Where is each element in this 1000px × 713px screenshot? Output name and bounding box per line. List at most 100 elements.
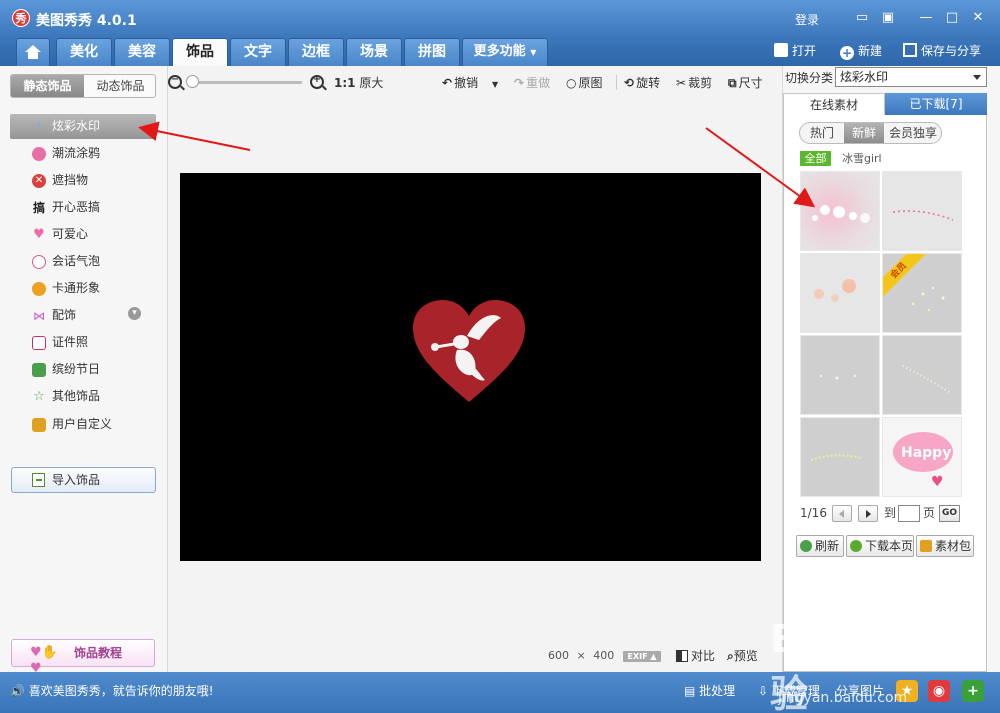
sidebar-item-mask[interactable]: ✕ 遮挡物: [10, 168, 156, 193]
tab-dynamic-accessories[interactable]: 动态饰品: [84, 75, 155, 97]
original-size-button[interactable]: 1:1 原大: [334, 74, 383, 92]
original-image-button[interactable]: ○ 原图: [566, 74, 603, 92]
tag-author[interactable]: 冰雪girl: [842, 151, 882, 166]
redo-icon: ↷: [514, 76, 525, 90]
material-grid: 会员 Happy ♥: [800, 171, 963, 497]
crop-label: 裁剪: [688, 76, 713, 90]
crop-button[interactable]: ✂ 裁剪: [676, 74, 712, 92]
glitter-trail-image: [902, 365, 950, 393]
tab-collage[interactable]: 拼图: [404, 38, 460, 66]
resize-button[interactable]: ⧉ 尺寸: [728, 74, 763, 92]
open-button[interactable]: 打开: [774, 41, 816, 61]
new-button[interactable]: + 新建: [840, 41, 882, 61]
hand-hearts-icon: ♥✋♥: [30, 645, 58, 676]
tab-scene[interactable]: 场景: [346, 38, 402, 66]
sidebar-item-other[interactable]: ☆ 其他饰品: [10, 384, 156, 409]
cupid-heart-image: [413, 300, 525, 402]
material-panel: 切换分类 炫彩水印 在线素材 已下载[7] 热门 新鲜 会员独享 全部 冰雪gi…: [782, 66, 1000, 672]
rotate-button[interactable]: ⟲ 旋转: [624, 74, 660, 92]
preview-icon: ⌕: [727, 649, 734, 663]
open-label: 打开: [792, 44, 817, 58]
undo-dropdown[interactable]: ▼: [492, 74, 498, 92]
sidebar-item-label: 潮流涂鸦: [52, 146, 101, 160]
tab-vip-only[interactable]: 会员独享: [884, 123, 941, 143]
sidebar-item-cartoon[interactable]: 卡通形象: [10, 276, 156, 301]
refresh-button[interactable]: 刷新: [796, 535, 844, 557]
sidebar-item-festival[interactable]: 缤纷节日: [10, 357, 156, 382]
exif-button[interactable]: EXIF ▲: [623, 651, 661, 662]
share-message[interactable]: 🔊 喜欢美图秀秀，就告诉你的朋友哦!: [10, 682, 214, 699]
skin-icon[interactable]: ▣: [878, 8, 898, 28]
login-link[interactable]: 登录: [795, 11, 819, 28]
sidebar-tabs: 静态饰品 动态饰品: [10, 74, 156, 98]
sidebar-item-id-photo[interactable]: 证件照: [10, 330, 156, 355]
zoom-out-icon[interactable]: −: [168, 74, 182, 89]
tab-home[interactable]: [16, 38, 50, 66]
prev-page-button[interactable]: [832, 505, 852, 522]
next-page-button[interactable]: [858, 505, 878, 522]
sidebar-item-user-custom[interactable]: 用户自定义: [10, 412, 156, 437]
sidebar-item-graffiti[interactable]: 潮流涂鸦: [10, 141, 156, 166]
material-thumbnail[interactable]: [882, 335, 962, 415]
chevron-down-icon: ▼: [530, 48, 537, 57]
material-thumbnail[interactable]: 会员: [882, 253, 962, 333]
compare-button[interactable]: 对比: [676, 647, 715, 665]
material-pack-button[interactable]: 素材包: [916, 535, 974, 557]
app-title: 美图秀秀 4.0.1: [36, 13, 137, 29]
sidebar-item-funny[interactable]: 搞 开心恶搞: [10, 195, 156, 220]
material-thumbnail[interactable]: [800, 335, 880, 415]
original-label: 原图: [578, 76, 603, 90]
tab-fresh[interactable]: 新鲜: [844, 123, 884, 143]
tab-online-material[interactable]: 在线素材: [783, 93, 885, 115]
page-number-input[interactable]: [898, 505, 920, 522]
tab-text[interactable]: 文字: [230, 38, 286, 66]
material-thumbnail[interactable]: [800, 417, 880, 497]
image-canvas[interactable]: [180, 173, 761, 561]
material-thumbnail[interactable]: [800, 171, 880, 251]
download-page-button[interactable]: 下载本页: [846, 535, 914, 557]
close-icon[interactable]: ✕: [968, 8, 988, 28]
speaker-icon: 🔊: [10, 684, 25, 698]
tab-downloaded[interactable]: 已下载[7]: [885, 93, 987, 115]
import-accessory-button[interactable]: 导入饰品: [11, 467, 156, 493]
accessory-tutorial-button[interactable]: ♥✋♥ 饰品教程: [11, 639, 155, 676]
category-select[interactable]: 炫彩水印: [835, 67, 987, 87]
redo-button[interactable]: ↷ 重做: [514, 74, 550, 92]
import-icon: [32, 473, 45, 487]
zoom-in-icon[interactable]: +: [310, 74, 324, 89]
batch-process-button[interactable]: ▤ 批处理: [684, 682, 735, 699]
undo-button[interactable]: ↶ 撤销: [442, 74, 478, 92]
svg-text:♥: ♥: [931, 474, 944, 490]
tab-facial[interactable]: 美容: [114, 38, 170, 66]
sidebar-item-colorful-watermark[interactable]: ✦ 炫彩水印: [10, 114, 156, 139]
tab-border[interactable]: 边框: [288, 38, 344, 66]
app-logo-icon: 秀: [12, 9, 30, 27]
tab-static-accessories[interactable]: 静态饰品: [11, 75, 84, 97]
yellow-glitter-image: [810, 454, 862, 461]
preview-button[interactable]: ⌕预览: [727, 647, 758, 665]
tag-all[interactable]: 全部: [800, 151, 831, 166]
material-thumbnail[interactable]: [800, 253, 880, 333]
circle-icon: ○: [566, 76, 577, 90]
zoom-slider-thumb[interactable]: [186, 75, 199, 88]
batch-label: 批处理: [699, 684, 736, 698]
feedback-icon[interactable]: ▭: [852, 8, 872, 28]
gift-icon: [32, 363, 46, 377]
tab-accessories[interactable]: 饰品: [172, 38, 228, 66]
save-share-button[interactable]: 保存与分享: [903, 41, 981, 61]
undo-label: 撤销: [454, 76, 479, 90]
tab-more-functions[interactable]: 更多功能 ▼: [462, 38, 548, 66]
zoom-slider[interactable]: [190, 81, 302, 84]
minimize-icon[interactable]: —: [916, 8, 936, 28]
sidebar-item-speech-bubble[interactable]: 会话气泡: [10, 249, 156, 274]
material-thumbnail[interactable]: Happy ♥: [882, 417, 962, 497]
material-thumbnail[interactable]: [882, 171, 962, 251]
maximize-icon[interactable]: □: [942, 8, 962, 28]
go-button[interactable]: GO: [939, 505, 960, 522]
sidebar-item-label: 证件照: [52, 335, 89, 349]
original-size-label: 原大: [359, 76, 384, 90]
tab-beautify[interactable]: 美化: [56, 38, 112, 66]
tab-hot[interactable]: 热门: [800, 123, 844, 143]
sidebar-item-cute-heart[interactable]: ♥ 可爱心: [10, 222, 156, 247]
expand-chevron-icon[interactable]: ▾: [128, 307, 141, 320]
